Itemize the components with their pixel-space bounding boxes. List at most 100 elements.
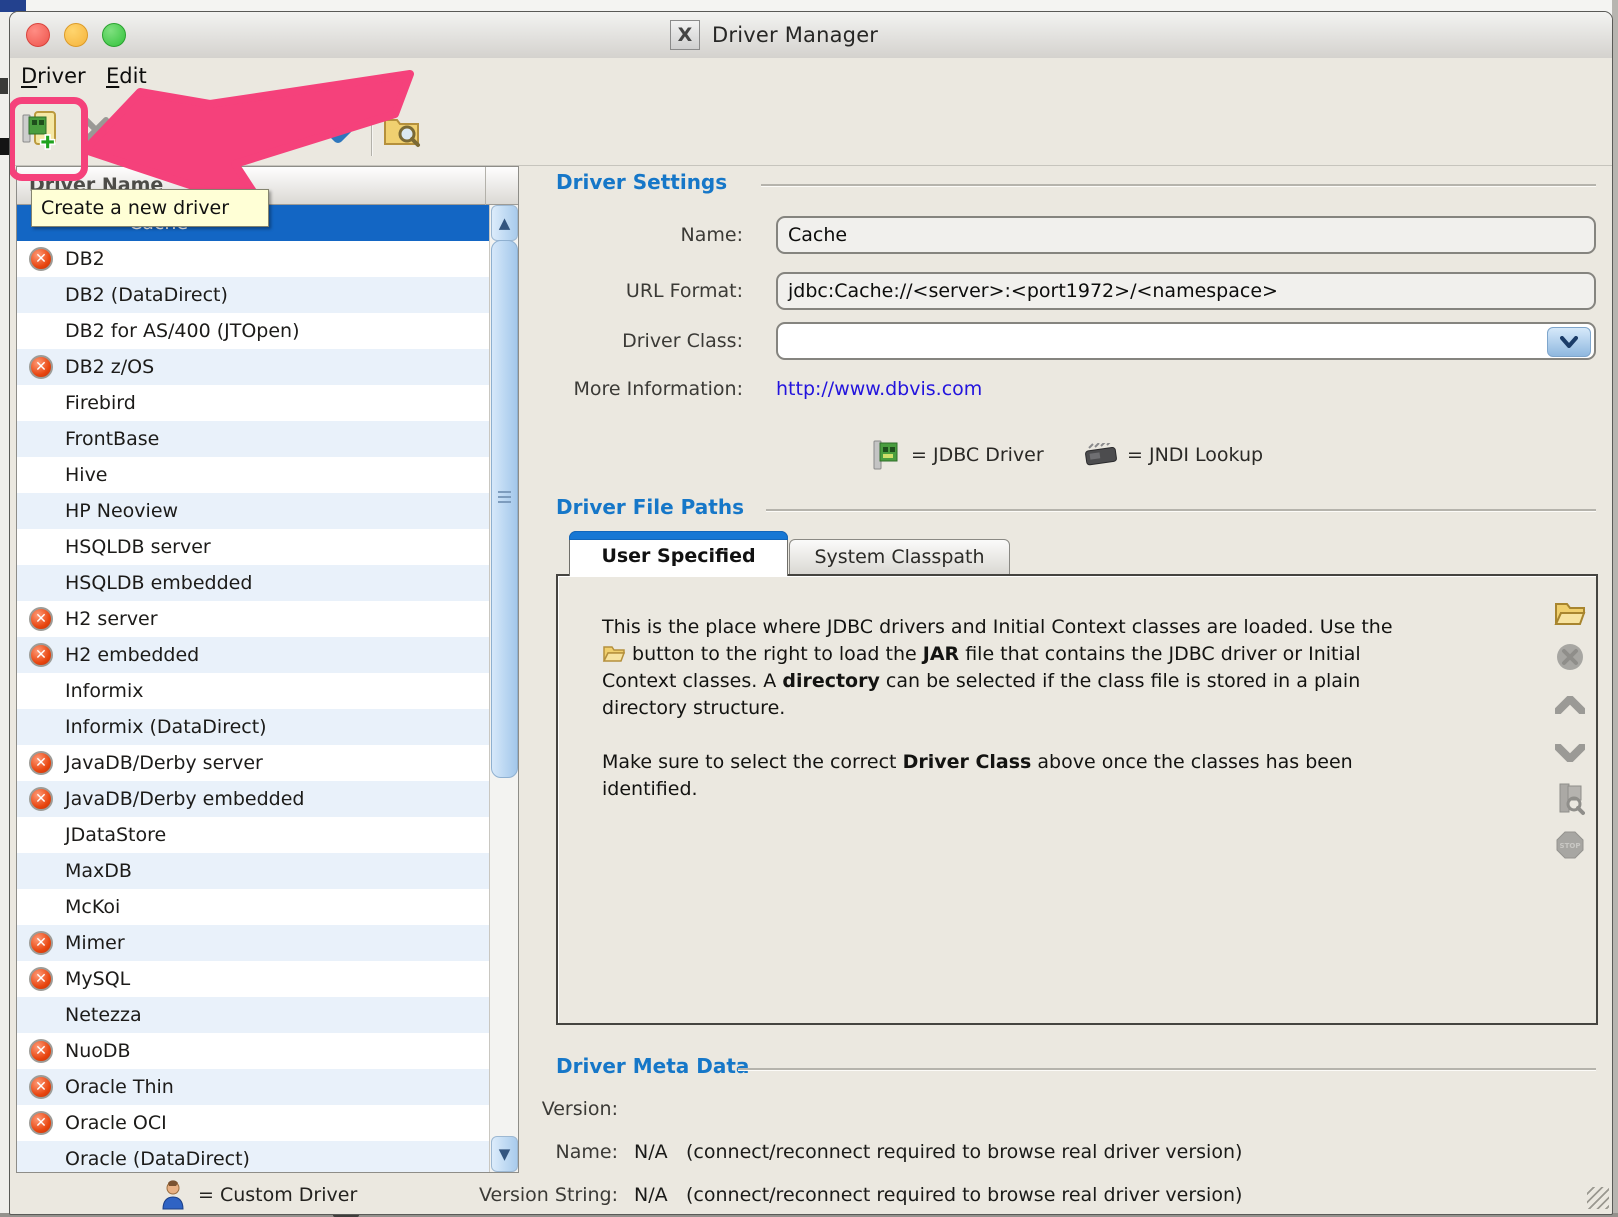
list-item[interactable]: ✕H2 embedded: [17, 637, 491, 673]
list-item[interactable]: ✕H2 server: [17, 601, 491, 637]
svg-text:Z: Z: [244, 112, 254, 128]
move-path-up-button[interactable]: [1553, 688, 1587, 722]
toolbar: Z Z A: [10, 94, 1612, 166]
driver-file-paths-title: Driver File Paths: [556, 495, 744, 519]
list-item[interactable]: Informix: [17, 673, 491, 709]
tab-system-classpath[interactable]: System Classpath: [789, 539, 1010, 576]
instruction-text: button to the right to load the: [626, 643, 923, 665]
tab-user-specified[interactable]: User Specified: [569, 531, 788, 576]
url-format-input[interactable]: jdbc:Cache://<server>:<port1972>/<namesp…: [776, 272, 1596, 310]
find-driver-class-button[interactable]: [1553, 782, 1587, 816]
remove-circle-icon: [1556, 643, 1584, 671]
title-bar[interactable]: X Driver Manager: [10, 12, 1612, 59]
list-item[interactable]: ✕DB2 z/OS: [17, 349, 491, 385]
error-icon: ✕: [29, 247, 53, 271]
list-item[interactable]: Hive: [17, 457, 491, 493]
list-item[interactable]: FrontBase: [17, 421, 491, 457]
list-item[interactable]: McKoi: [17, 889, 491, 925]
dbvis-link[interactable]: http://www.dbvis.com: [776, 378, 982, 400]
meta-name-label: Name:: [344, 1141, 618, 1163]
list-item[interactable]: DB2 (DataDirect): [17, 277, 491, 313]
driver-class-label: Driver Class:: [440, 330, 743, 352]
sort-ascending-button[interactable]: Z A: [214, 106, 258, 154]
user-specified-panel: This is the place where JDBC drivers and…: [556, 574, 1598, 1025]
move-path-down-button[interactable]: [1553, 736, 1587, 770]
instruction-bold: JAR: [923, 643, 959, 665]
driver-name: McKoi: [65, 896, 120, 918]
list-item[interactable]: ✕JavaDB/Derby server: [17, 745, 491, 781]
move-down-button[interactable]: [316, 106, 360, 154]
meta-name-value: N/A: [634, 1141, 668, 1163]
version-label: Version:: [344, 1098, 618, 1120]
create-driver-button[interactable]: [16, 106, 60, 154]
tab-label: System Classpath: [814, 546, 984, 568]
driver-name: DB2 z/OS: [65, 356, 154, 378]
delete-driver-button[interactable]: [74, 106, 118, 154]
meta-name-note: (connect/reconnect required to browse re…: [686, 1141, 1242, 1163]
remove-file-button[interactable]: [1553, 640, 1587, 674]
zoom-button[interactable]: [102, 23, 126, 47]
list-item[interactable]: DB2 for AS/400 (JTOpen): [17, 313, 491, 349]
jndi-legend-label: = JNDI Lookup: [1127, 444, 1263, 466]
list-item[interactable]: HSQLDB server: [17, 529, 491, 565]
list-item[interactable]: Netezza: [17, 997, 491, 1033]
driver-name: Mimer: [65, 932, 125, 954]
driver-name: MaxDB: [65, 860, 132, 882]
x11-app-icon: X: [670, 20, 700, 50]
move-up-button[interactable]: [270, 106, 314, 154]
svg-text:STOP: STOP: [1560, 842, 1581, 850]
custom-driver-legend-label: = Custom Driver: [198, 1184, 357, 1206]
window-resize-grip[interactable]: [1587, 1187, 1609, 1209]
error-icon: ✕: [29, 751, 53, 775]
section-divider: [766, 509, 1596, 512]
minimize-button[interactable]: [64, 23, 88, 47]
error-icon: ✕: [29, 931, 53, 955]
list-item[interactable]: ✕ Mimer: [17, 925, 491, 961]
list-item[interactable]: Firebird: [17, 385, 491, 421]
list-item[interactable]: Informix (DataDirect): [17, 709, 491, 745]
jdbc-legend-label: = JDBC Driver: [911, 444, 1044, 466]
more-information-label: More Information:: [440, 378, 743, 400]
list-item[interactable]: ✕MySQL: [17, 961, 491, 997]
sort-ascending-icon: Z A: [215, 108, 257, 152]
dropdown-button[interactable]: [1547, 327, 1591, 357]
list-item[interactable]: HP Neoview: [17, 493, 491, 529]
list-item[interactable]: JDataStore: [17, 817, 491, 853]
person-icon: [160, 1180, 186, 1210]
svg-text:A: A: [244, 136, 255, 152]
screenshot-root: X Driver Manager Driver Edit: [0, 0, 1618, 1217]
list-item[interactable]: MaxDB: [17, 853, 491, 889]
menu-edit[interactable]: Edit: [102, 62, 151, 90]
toolbar-separator: [265, 100, 267, 156]
toolbar-separator: [160, 100, 162, 156]
name-label: Name:: [440, 224, 743, 246]
list-item[interactable]: ✕DB2: [17, 241, 491, 277]
window-title: Driver Manager: [712, 23, 878, 47]
driver-list: Driver Name Cache✕DB2DB2 (DataDirect)DB2…: [16, 166, 519, 1173]
driver-class-combobox[interactable]: [776, 322, 1596, 360]
scrollbar-thumb[interactable]: [491, 240, 518, 778]
open-file-button[interactable]: [1553, 596, 1587, 630]
driver-name: JavaDB/Derby embedded: [65, 788, 305, 810]
menu-driver[interactable]: Driver: [17, 62, 90, 90]
menu-bar: Driver Edit: [10, 58, 1612, 94]
background-window-sliver: [0, 0, 9, 1217]
sort-descending-button[interactable]: Z: [166, 106, 210, 154]
driver-name: H2 server: [65, 608, 158, 630]
driver-finder-icon: [1555, 782, 1585, 816]
version-string-label: Version String:: [344, 1184, 618, 1206]
driver-name-input[interactable]: Cache: [776, 216, 1596, 254]
list-item[interactable]: ✕JavaDB/Derby embedded: [17, 781, 491, 817]
chevron-down-icon: [318, 117, 358, 143]
find-driver-files-button[interactable]: [380, 106, 424, 154]
driver-paths-instructions: This is the place where JDBC drivers and…: [602, 614, 1412, 803]
driver-name: MySQL: [65, 968, 130, 990]
instruction-text: This is the place where JDBC drivers and…: [602, 616, 1393, 638]
stop-button[interactable]: STOP: [1553, 828, 1587, 862]
list-item[interactable]: ✕NuoDB: [17, 1033, 491, 1069]
stop-icon: STOP: [1556, 831, 1584, 859]
instruction-bold: Driver Class: [903, 751, 1032, 773]
list-item[interactable]: HSQLDB embedded: [17, 565, 491, 601]
close-button[interactable]: [26, 23, 50, 47]
instruction-bold: directory: [782, 670, 880, 692]
